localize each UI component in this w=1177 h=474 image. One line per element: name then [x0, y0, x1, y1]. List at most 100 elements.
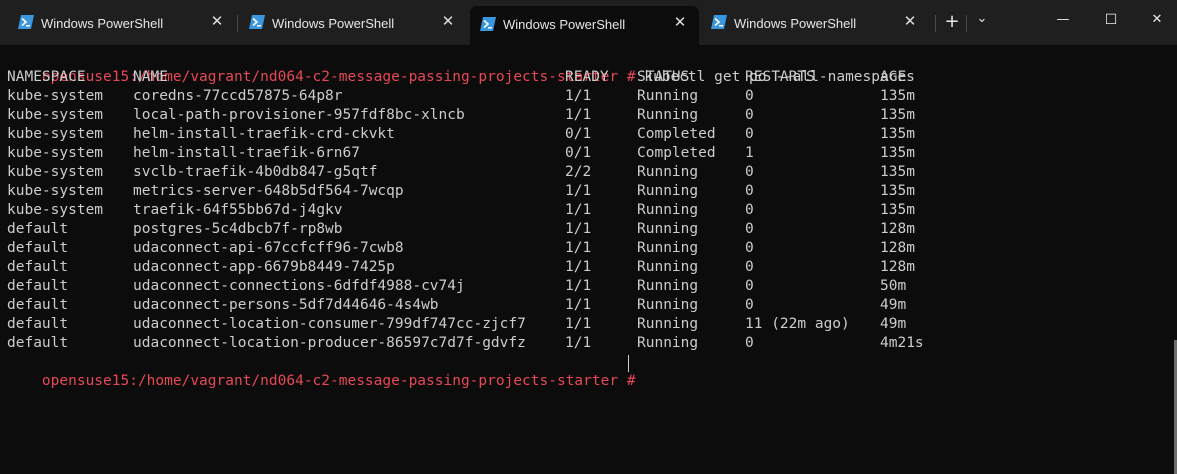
- tab-label: Windows PowerShell: [272, 16, 395, 31]
- terminal-output[interactable]: opensuse15:/home/vagrant/nd064-c2-messag…: [0, 45, 1177, 474]
- cell-age: 135m: [880, 183, 915, 199]
- cell-status: Running: [637, 316, 699, 332]
- cell-name: udaconnect-location-consumer-799df747cc-…: [133, 316, 526, 332]
- cell-namespace: kube-system: [7, 88, 104, 104]
- cell-ready: 1/1: [565, 202, 592, 218]
- cell-name: local-path-provisioner-957fdf8bc-xlncb: [133, 107, 465, 123]
- table-row: default udaconnect-persons-5df7d44646-4s4…: [7, 296, 1167, 315]
- close-icon[interactable]: ✕: [440, 14, 456, 30]
- cell-restarts: 11 (22m ago): [745, 316, 850, 332]
- cell-restarts: 0: [745, 278, 754, 294]
- cell-age: 4m21s: [880, 335, 924, 351]
- tab-label: Windows PowerShell: [503, 17, 626, 32]
- table-row: kube-system coredns-77ccd57875-64p8r 1/1 Ru…: [7, 87, 1167, 106]
- cell-status: Running: [637, 259, 699, 275]
- cell-status: Running: [637, 297, 699, 313]
- cell-age: 50m: [880, 278, 907, 294]
- table-row: default postgres-5c4dbcb7f-rp8wb 1/1 Runnin…: [7, 220, 1167, 239]
- tab-powershell-3-active[interactable]: Windows PowerShell ✕: [470, 6, 699, 45]
- cell-name: metrics-server-648b5df564-7wcqp: [133, 183, 404, 199]
- table-row: kube-system helm-install-traefik-crd-ckvk…: [7, 125, 1167, 144]
- close-icon[interactable]: ✕: [902, 14, 918, 30]
- header-age: AGE: [880, 69, 907, 85]
- cell-age: 135m: [880, 107, 915, 123]
- cell-age: 128m: [880, 240, 915, 256]
- cell-namespace: kube-system: [7, 126, 104, 142]
- cell-name: helm-install-traefik-6rn67: [133, 145, 360, 161]
- cell-status: Running: [637, 221, 699, 237]
- cell-restarts: 0: [745, 259, 754, 275]
- close-icon[interactable]: ✕: [672, 15, 688, 31]
- cell-namespace: default: [7, 221, 69, 237]
- tab-label: Windows PowerShell: [734, 16, 857, 31]
- cell-namespace: kube-system: [7, 107, 104, 123]
- table-row: default udaconnect-connections-6dfdf4988-…: [7, 277, 1167, 296]
- cell-status: Running: [637, 183, 699, 199]
- cell-name: coredns-77ccd57875-64p8r: [133, 88, 343, 104]
- cell-namespace: default: [7, 316, 69, 332]
- header-namespace: NAMESPACE: [7, 69, 86, 85]
- cell-namespace: default: [7, 240, 69, 256]
- cell-ready: 1/1: [565, 278, 592, 294]
- header-restarts: RESTARTS: [745, 69, 815, 85]
- header-name: NAME: [133, 69, 168, 85]
- maximize-icon[interactable]: ☐: [1088, 6, 1134, 34]
- table-header-row: NAMESPACE NAME READY STATUS RESTARTS AGE: [7, 68, 1167, 87]
- cell-ready: 1/1: [565, 240, 592, 256]
- cell-status: Running: [637, 107, 699, 123]
- cell-status: Running: [637, 278, 699, 294]
- table-row: kube-system local-path-provisioner-957fdf…: [7, 106, 1167, 125]
- table-row: kube-system svclb-traefik-4b0db847-g5qtf 2…: [7, 163, 1167, 182]
- tab-powershell-2[interactable]: Windows PowerShell ✕: [239, 8, 467, 38]
- prompt-line: opensuse15:/home/vagrant/nd064-c2-messag…: [7, 353, 636, 389]
- cell-restarts: 0: [745, 183, 754, 199]
- cell-age: 135m: [880, 164, 915, 180]
- table-row: kube-system metrics-server-648b5df564-7wc…: [7, 182, 1167, 201]
- cell-ready: 1/1: [565, 107, 592, 123]
- cell-name: svclb-traefik-4b0db847-g5qtf: [133, 164, 378, 180]
- cell-restarts: 1: [745, 145, 754, 161]
- powershell-icon: [711, 15, 727, 29]
- tab-divider: [966, 15, 967, 32]
- table-row: default udaconnect-api-67ccfcff96-7cwb8 1/…: [7, 239, 1167, 258]
- cell-restarts: 0: [745, 164, 754, 180]
- cell-status: Running: [637, 164, 699, 180]
- close-icon[interactable]: ✕: [209, 14, 225, 30]
- header-ready: READY: [565, 69, 609, 85]
- cell-namespace: default: [7, 335, 69, 351]
- tab-powershell-4[interactable]: Windows PowerShell ✕: [701, 8, 929, 38]
- minimize-icon[interactable]: —: [1040, 6, 1086, 34]
- cell-name: udaconnect-api-67ccfcff96-7cwb8: [133, 240, 404, 256]
- cell-name: udaconnect-app-6679b8449-7425p: [133, 259, 395, 275]
- cell-status: Running: [637, 240, 699, 256]
- cell-namespace: kube-system: [7, 145, 104, 161]
- cell-name: udaconnect-connections-6dfdf4988-cv74j: [133, 278, 465, 294]
- table-row: default udaconnect-app-6679b8449-7425p 1/1…: [7, 258, 1167, 277]
- cell-ready: 1/1: [565, 221, 592, 237]
- tab-powershell-1[interactable]: Windows PowerShell ✕: [8, 8, 236, 38]
- cell-restarts: 0: [745, 126, 754, 142]
- cell-status: Running: [637, 88, 699, 104]
- cell-status: Completed: [637, 145, 716, 161]
- table-row: default udaconnect-location-producer-8659…: [7, 334, 1167, 353]
- tab-label: Windows PowerShell: [41, 16, 164, 31]
- command-line: opensuse15:/home/vagrant/nd064-c2-messag…: [7, 49, 915, 85]
- cell-restarts: 0: [745, 335, 754, 351]
- cell-name: traefik-64f55bb67d-j4gkv: [133, 202, 343, 218]
- text-cursor: [628, 355, 629, 372]
- cell-restarts: 0: [745, 202, 754, 218]
- plus-icon[interactable]: +: [942, 12, 962, 32]
- table-row: kube-system traefik-64f55bb67d-j4gkv 1/1 Ru…: [7, 201, 1167, 220]
- cell-restarts: 0: [745, 107, 754, 123]
- cell-namespace: kube-system: [7, 183, 104, 199]
- cell-age: 135m: [880, 88, 915, 104]
- header-status: STATUS: [637, 69, 690, 85]
- chevron-down-icon[interactable]: ⌄: [972, 12, 992, 32]
- cell-restarts: 0: [745, 88, 754, 104]
- cell-age: 135m: [880, 145, 915, 161]
- powershell-icon: [249, 15, 265, 29]
- cell-ready: 1/1: [565, 88, 592, 104]
- close-icon[interactable]: ✕: [1134, 6, 1177, 34]
- cell-age: 49m: [880, 297, 907, 313]
- cell-age: 135m: [880, 126, 915, 142]
